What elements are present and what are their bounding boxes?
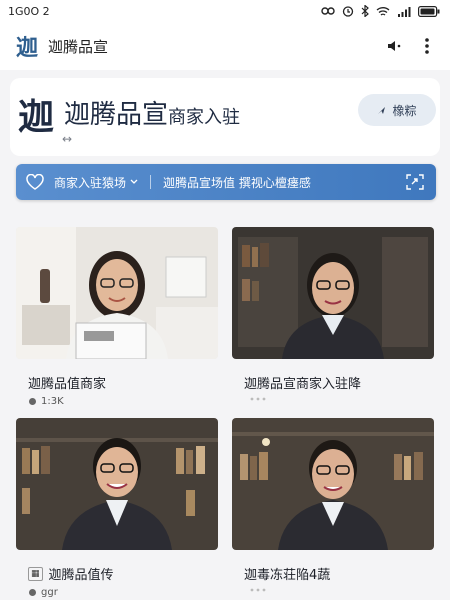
brand-logo: 迦 bbox=[18, 96, 56, 138]
dots-icon bbox=[250, 397, 266, 401]
send-icon bbox=[378, 106, 386, 114]
share-icon bbox=[406, 174, 424, 190]
heart-icon bbox=[26, 174, 44, 190]
chevron-down-icon bbox=[130, 179, 138, 184]
status-time: 1G0O 2 bbox=[8, 4, 50, 18]
video-card-meta: ggr bbox=[16, 587, 218, 598]
view-count-icon bbox=[29, 589, 36, 596]
video-card[interactable]: ▦ 迦腾品值传 ggr bbox=[16, 418, 218, 598]
search-button-label: 橡粽 bbox=[392, 103, 417, 118]
banner-text: 迦腾品宣场值 撰视心檀瘗感 bbox=[163, 175, 311, 190]
search-button[interactable]: 橡粽 bbox=[358, 94, 436, 126]
brand-header: 迦 迦腾品宣商家入驻 ↔ 橡粽 bbox=[10, 78, 440, 156]
video-card-meta: 1:3K bbox=[16, 396, 218, 407]
video-card-title: 迦腾品值商家 bbox=[28, 377, 107, 392]
status-bar: 1G0O 2 bbox=[0, 0, 450, 22]
link-icon bbox=[321, 7, 335, 15]
share-button[interactable] bbox=[404, 171, 426, 193]
video-card[interactable]: 迦毒冻荘陥4蔬 bbox=[232, 418, 434, 593]
video-thumbnail-image bbox=[16, 227, 218, 359]
video-card-title: 迦腾品宣商家入驻降 bbox=[244, 377, 362, 392]
brand-subtitle: 商家入驻 bbox=[168, 107, 241, 128]
app-logo: 迦 bbox=[16, 35, 39, 61]
audio-button[interactable] bbox=[384, 35, 406, 57]
banner-divider bbox=[150, 175, 152, 189]
channel-logo: ▦ bbox=[28, 566, 43, 581]
video-thumbnail[interactable] bbox=[232, 227, 434, 359]
merchant-banner[interactable]: 商家入驻猿场 迦腾品宣场值 撰视心檀瘗感 bbox=[16, 164, 436, 200]
view-count-icon bbox=[29, 398, 36, 405]
video-thumbnail-image bbox=[232, 227, 434, 359]
battery-icon bbox=[418, 5, 440, 17]
app-title: 迦腾品宣 bbox=[48, 37, 109, 56]
video-card[interactable]: 迦腾品宣商家入驻降 bbox=[232, 227, 434, 402]
category-dropdown[interactable]: 商家入驻猿场 bbox=[54, 174, 138, 191]
brand-name-text: 迦腾品宣 bbox=[64, 100, 169, 130]
video-card-meta bbox=[232, 587, 434, 593]
more-vertical-icon bbox=[425, 38, 429, 54]
video-thumbnail-image bbox=[16, 418, 218, 550]
category-dropdown-label: 商家入驻猿场 bbox=[54, 175, 127, 190]
video-thumbnail[interactable] bbox=[232, 418, 434, 550]
video-card-title-text: 迦腾品值传 bbox=[48, 568, 114, 583]
video-card[interactable]: 迦腾品值商家 1:3K bbox=[16, 227, 218, 407]
alarm-icon bbox=[342, 6, 354, 17]
signal-icon bbox=[398, 6, 411, 17]
app-bar: 迦 迦腾品宣 bbox=[0, 22, 450, 70]
more-button[interactable] bbox=[416, 35, 438, 57]
video-thumbnail[interactable] bbox=[16, 418, 218, 550]
brand-name: 迦腾品宣商家入驻 bbox=[64, 94, 240, 131]
swap-arrow-icon: ↔ bbox=[62, 132, 73, 146]
dots-icon bbox=[250, 588, 266, 592]
video-thumbnail[interactable] bbox=[16, 227, 218, 359]
bluetooth-icon bbox=[361, 5, 369, 17]
status-icons bbox=[321, 5, 440, 17]
view-count: ggr bbox=[41, 587, 58, 598]
video-thumbnail-image bbox=[232, 418, 434, 550]
video-card-meta bbox=[232, 396, 434, 402]
video-card-title: 迦毒冻荘陥4蔬 bbox=[244, 568, 331, 583]
wifi-icon bbox=[376, 6, 390, 16]
speaker-icon bbox=[388, 41, 401, 51]
video-card-title: ▦ 迦腾品值传 bbox=[16, 564, 218, 583]
view-count: 1:3K bbox=[41, 396, 64, 407]
